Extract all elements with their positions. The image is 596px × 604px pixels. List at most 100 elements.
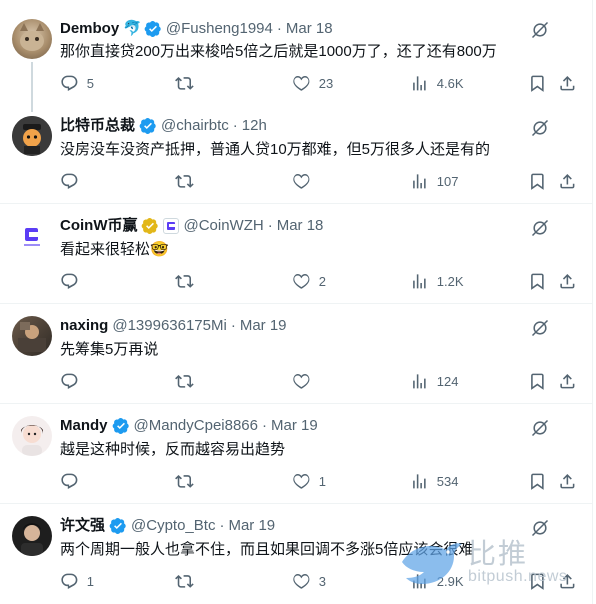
views-button[interactable]: 107 [410, 172, 458, 191]
retweet-icon [175, 275, 194, 288]
timestamp[interactable]: Mar 19 [240, 316, 287, 336]
timestamp[interactable]: Mar 18 [286, 19, 333, 39]
retweet-button[interactable] [175, 272, 202, 291]
retweet-icon [175, 175, 194, 188]
reply-button[interactable] [60, 172, 87, 191]
timestamp[interactable]: 12h [242, 116, 267, 136]
watermark-cn-text: 比推 [468, 537, 529, 570]
avatar[interactable] [12, 19, 52, 59]
display-name[interactable]: Mandy [60, 416, 108, 436]
grok-icon[interactable] [530, 218, 550, 238]
tweet-5[interactable]: Mandy @MandyCpei8866 · Mar 19 越是这种时候，反而越… [0, 404, 596, 504]
display-name[interactable]: 许文强 [60, 516, 105, 536]
reply-count: 5 [86, 75, 94, 91]
reply-button[interactable] [60, 472, 87, 491]
views-icon [413, 374, 426, 389]
share-button[interactable] [558, 272, 577, 291]
bookmark-button[interactable] [528, 472, 547, 491]
reply-button[interactable] [60, 372, 87, 391]
grok-icon[interactable] [530, 418, 550, 438]
share-button[interactable] [558, 74, 577, 93]
user-handle[interactable]: @Cypto_Btc [131, 516, 215, 536]
tweet-3[interactable]: CoinW币赢 @CoinWZH · Mar 18 看起来很轻松🤓 2 1.2K [0, 204, 596, 304]
user-handle[interactable]: @MandyCpei8866 [134, 416, 258, 436]
reply-icon [61, 173, 78, 189]
share-button[interactable] [558, 472, 577, 491]
grok-icon[interactable] [530, 318, 550, 338]
share-icon [560, 174, 575, 189]
timestamp[interactable]: Mar 19 [271, 416, 318, 436]
user-handle[interactable]: @Fusheng1994 [166, 19, 273, 39]
retweet-button[interactable] [175, 572, 202, 591]
timestamp[interactable]: Mar 18 [277, 216, 324, 236]
views-count: 107 [436, 173, 459, 189]
like-count: 2 [318, 273, 326, 289]
tweet-actions: 5 23 4.6K [60, 74, 580, 94]
reply-icon [61, 373, 78, 389]
avatar[interactable] [12, 116, 52, 156]
views-icon [413, 274, 426, 289]
views-button[interactable]: 4.6K [410, 74, 464, 93]
tweet-2[interactable]: 比特币总裁 @chairbtc · 12h 没房没车没资产抵押，普通人贷10万都… [0, 104, 596, 204]
user-handle[interactable]: @CoinWZH [183, 216, 263, 236]
like-button[interactable]: 2 [292, 272, 326, 291]
avatar[interactable] [12, 516, 52, 556]
display-name[interactable]: 比特币总裁 [60, 116, 135, 136]
share-button[interactable] [558, 372, 577, 391]
user-handle[interactable]: @1399636175Mi [112, 316, 226, 336]
retweet-button[interactable] [175, 172, 202, 191]
share-icon [560, 274, 575, 289]
affiliate-badge-icon[interactable] [163, 218, 180, 234]
like-button[interactable] [292, 372, 319, 391]
retweet-button[interactable] [175, 74, 202, 93]
views-button[interactable]: 534 [410, 472, 458, 491]
share-button[interactable] [558, 172, 577, 191]
verified-badge-icon [144, 20, 161, 38]
bookmark-button[interactable] [528, 272, 547, 291]
timestamp[interactable]: Mar 19 [228, 516, 275, 536]
like-button[interactable]: 3 [292, 572, 326, 591]
reply-count: 1 [86, 573, 94, 589]
reply-button[interactable] [60, 272, 87, 291]
bookmark-icon [531, 273, 544, 290]
retweet-button[interactable] [175, 472, 202, 491]
avatar[interactable] [12, 316, 52, 356]
bookmark-icon [531, 75, 544, 92]
views-button[interactable]: 1.2K [410, 272, 464, 291]
like-icon [293, 173, 310, 189]
grok-icon[interactable] [530, 20, 550, 40]
share-icon [560, 474, 575, 489]
like-count: 23 [318, 75, 334, 91]
like-count: 3 [318, 573, 326, 589]
tweet-text: 先筹集5万再说 [60, 341, 159, 358]
grok-icon[interactable] [530, 118, 550, 138]
display-name[interactable]: naxing [60, 316, 108, 336]
bookmark-icon [531, 373, 544, 390]
bookmark-button[interactable] [528, 172, 547, 191]
like-button[interactable]: 1 [292, 472, 326, 491]
bookmark-button[interactable] [528, 74, 547, 93]
like-button[interactable] [292, 172, 319, 191]
views-icon [413, 76, 426, 91]
verified-badge-icon [142, 217, 159, 235]
tweet-4[interactable]: naxing @1399636175Mi · Mar 19 先筹集5万再说 12… [0, 304, 596, 404]
views-count: 1.2K [436, 273, 464, 289]
display-name[interactable]: Demboy [60, 19, 119, 39]
retweet-button[interactable] [175, 372, 202, 391]
tweet-1[interactable]: Demboy 🐬 @Fusheng1994 · Mar 18 那你直接贷200万… [0, 0, 596, 112]
user-handle[interactable]: @chairbtc [161, 116, 229, 136]
bookmark-button[interactable] [528, 372, 547, 391]
bird-logo-icon [402, 543, 462, 584]
like-button[interactable]: 23 [292, 74, 333, 93]
views-count: 124 [436, 373, 459, 389]
avatar[interactable] [12, 416, 52, 456]
tweet-header: naxing @1399636175Mi · Mar 19 [60, 316, 287, 336]
display-name[interactable]: CoinW币赢 [60, 216, 137, 236]
reply-button[interactable]: 1 [60, 572, 94, 591]
views-count: 534 [436, 473, 459, 489]
avatar[interactable] [12, 216, 52, 256]
views-button[interactable]: 124 [410, 372, 458, 391]
bitpush-watermark: 比推 bitpush.news [398, 528, 588, 594]
like-icon [293, 273, 310, 289]
reply-button[interactable]: 5 [60, 74, 94, 93]
